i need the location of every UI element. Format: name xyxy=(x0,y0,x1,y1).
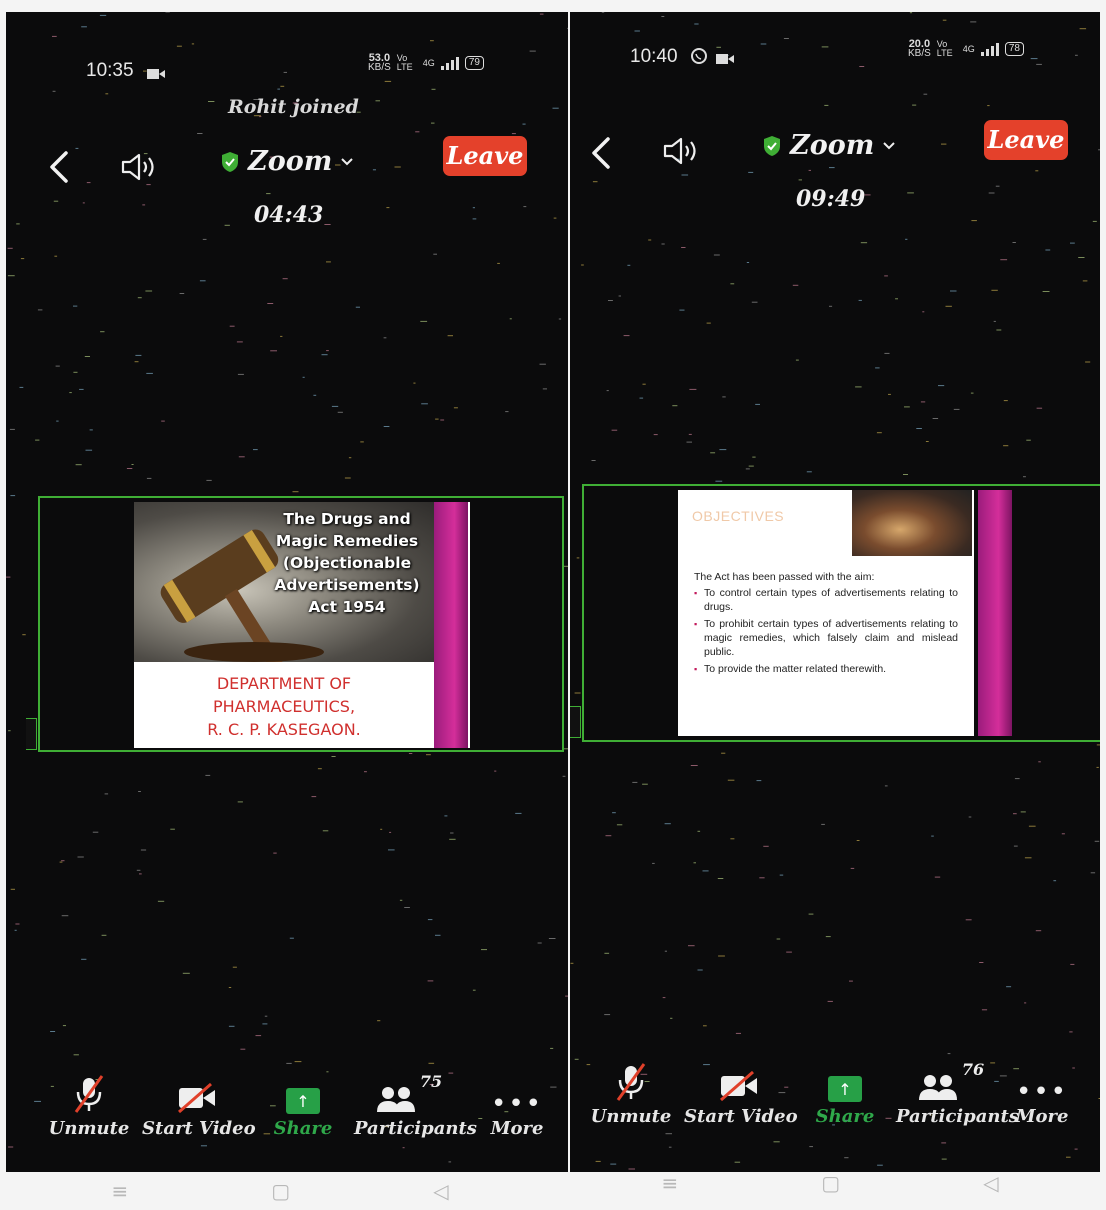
more-dots-icon: ••• xyxy=(1015,1077,1068,1107)
participants-button[interactable]: 75 Participants xyxy=(354,1072,477,1139)
slide-bullet: To prohibit certain types of advertiseme… xyxy=(694,617,958,659)
participants-count: 75 xyxy=(419,1072,443,1091)
signal-icon xyxy=(440,56,459,70)
video-off-icon xyxy=(720,1070,757,1102)
shared-screen-frame: OBJECTIVES The Act has been passed with … xyxy=(582,484,1100,742)
more-button[interactable]: ••• More xyxy=(990,1060,1094,1127)
speaker-icon[interactable] xyxy=(120,152,158,182)
slide-photo xyxy=(852,490,972,556)
battery-icon: 79 xyxy=(464,56,484,70)
video-off-icon xyxy=(178,1082,215,1114)
meeting-title-text: Zoom xyxy=(248,146,333,177)
video-camera-icon xyxy=(716,50,734,69)
volte-label: Vo LTE xyxy=(936,39,953,58)
slide-bullet: To control certain types of advertisemen… xyxy=(694,586,958,614)
shield-check-icon xyxy=(764,135,780,156)
participants-icon xyxy=(376,1087,415,1112)
share-arrow-icon: ↑ xyxy=(286,1088,320,1114)
android-nav-bar: ≡ ▢ ◁ xyxy=(40,1172,520,1210)
share-arrow-icon: ↑ xyxy=(828,1076,862,1102)
status-bar: 10:40 20.0 KB/S Vo LTE 4G 78 xyxy=(570,38,1100,70)
chevron-down-icon xyxy=(341,157,354,165)
signal-icon xyxy=(980,42,999,56)
side-panel-tab[interactable] xyxy=(570,706,581,738)
meeting-timer: 09:49 xyxy=(796,186,866,212)
back-chevron-icon[interactable] xyxy=(48,150,70,184)
meeting-toolbar: Unmute Start Video ↑ Share 75 Participan… xyxy=(6,1072,568,1162)
slide-bullet: To provide the matter related therewith. xyxy=(694,662,958,676)
status-icons: 53.0 KB/S Vo LTE 4G 79 xyxy=(368,52,484,73)
status-time: 10:35 xyxy=(86,60,134,81)
side-panel-tab[interactable] xyxy=(26,718,37,750)
slide-accent-strip xyxy=(978,490,1012,736)
unmute-button[interactable]: Unmute xyxy=(576,1060,686,1127)
status-icons: 20.0 KB/S Vo LTE 4G 78 xyxy=(908,38,1024,59)
slide-intro: The Act has been passed with the aim: xyxy=(694,571,875,583)
chevron-down-icon xyxy=(883,141,896,149)
meeting-timer: 04:43 xyxy=(254,202,324,228)
back-nav-icon[interactable]: ◁ xyxy=(433,1179,448,1203)
unmute-button[interactable]: Unmute xyxy=(34,1072,144,1139)
whatsapp-icon xyxy=(690,47,708,69)
speaker-icon[interactable] xyxy=(662,136,700,166)
leave-button[interactable]: Leave xyxy=(984,120,1068,160)
home-nav-icon[interactable]: ▢ xyxy=(821,1171,840,1195)
more-dots-icon: ••• xyxy=(490,1089,543,1119)
menu-nav-icon[interactable]: ≡ xyxy=(111,1179,128,1203)
participants-count: 76 xyxy=(961,1060,985,1079)
video-camera-icon xyxy=(147,65,165,84)
shield-check-icon xyxy=(222,151,238,172)
slide-heading: OBJECTIVES xyxy=(692,508,785,524)
mic-muted-icon xyxy=(616,1063,646,1101)
net-type: 4G xyxy=(422,58,435,68)
android-nav-bar: ≡ ▢ ◁ xyxy=(590,1164,1070,1202)
phone-screen-right: 10:40 20.0 KB/S Vo LTE 4G 78 Zoom Leave 0… xyxy=(570,12,1100,1172)
back-chevron-icon[interactable] xyxy=(590,136,612,170)
meeting-title[interactable]: Zoom xyxy=(220,146,354,177)
slide-accent-strip xyxy=(434,502,468,748)
meeting-toolbar: Unmute Start Video ↑ Share 76 Participan… xyxy=(570,1060,1100,1150)
presentation-slide: The Drugs and Magic Remedies (Objectiona… xyxy=(134,502,470,748)
participants-icon xyxy=(918,1075,957,1100)
menu-nav-icon[interactable]: ≡ xyxy=(661,1171,678,1195)
status-bar: 10:35 53.0 KB/S Vo LTE 4G 79 xyxy=(6,52,568,82)
start-video-button[interactable]: Start Video xyxy=(142,1072,256,1139)
network-speed: 20.0 KB/S xyxy=(908,38,931,59)
share-button[interactable]: ↑ Share xyxy=(790,1060,900,1127)
join-notification: Rohit joined xyxy=(228,96,359,118)
slide-department: DEPARTMENT OF PHARMACEUTICS, R. C. P. KA… xyxy=(207,674,361,739)
meeting-title-text: Zoom xyxy=(790,130,875,161)
phone-screen-left: 10:35 53.0 KB/S Vo LTE 4G 79 Rohit joined… xyxy=(6,12,568,1172)
back-nav-icon[interactable]: ◁ xyxy=(983,1171,998,1195)
battery-icon: 78 xyxy=(1004,42,1024,56)
meeting-title[interactable]: Zoom xyxy=(762,130,896,161)
mic-muted-icon xyxy=(74,1075,104,1113)
home-nav-icon[interactable]: ▢ xyxy=(271,1179,290,1203)
status-time: 10:40 xyxy=(630,46,678,67)
more-button[interactable]: ••• More xyxy=(462,1072,568,1139)
volte-label: Vo LTE xyxy=(396,53,413,72)
leave-button[interactable]: Leave xyxy=(443,136,527,176)
start-video-button[interactable]: Start Video xyxy=(684,1060,798,1127)
share-button[interactable]: ↑ Share xyxy=(248,1072,358,1139)
slide-text: The Act has been passed with the aim: To… xyxy=(694,570,958,679)
network-speed: 53.0 KB/S xyxy=(368,52,391,73)
net-type: 4G xyxy=(962,44,975,54)
shared-screen-frame: The Drugs and Magic Remedies (Objectiona… xyxy=(38,496,564,752)
slide-title: The Drugs and Magic Remedies (Objectiona… xyxy=(274,510,420,616)
presentation-slide: OBJECTIVES The Act has been passed with … xyxy=(678,490,1014,736)
